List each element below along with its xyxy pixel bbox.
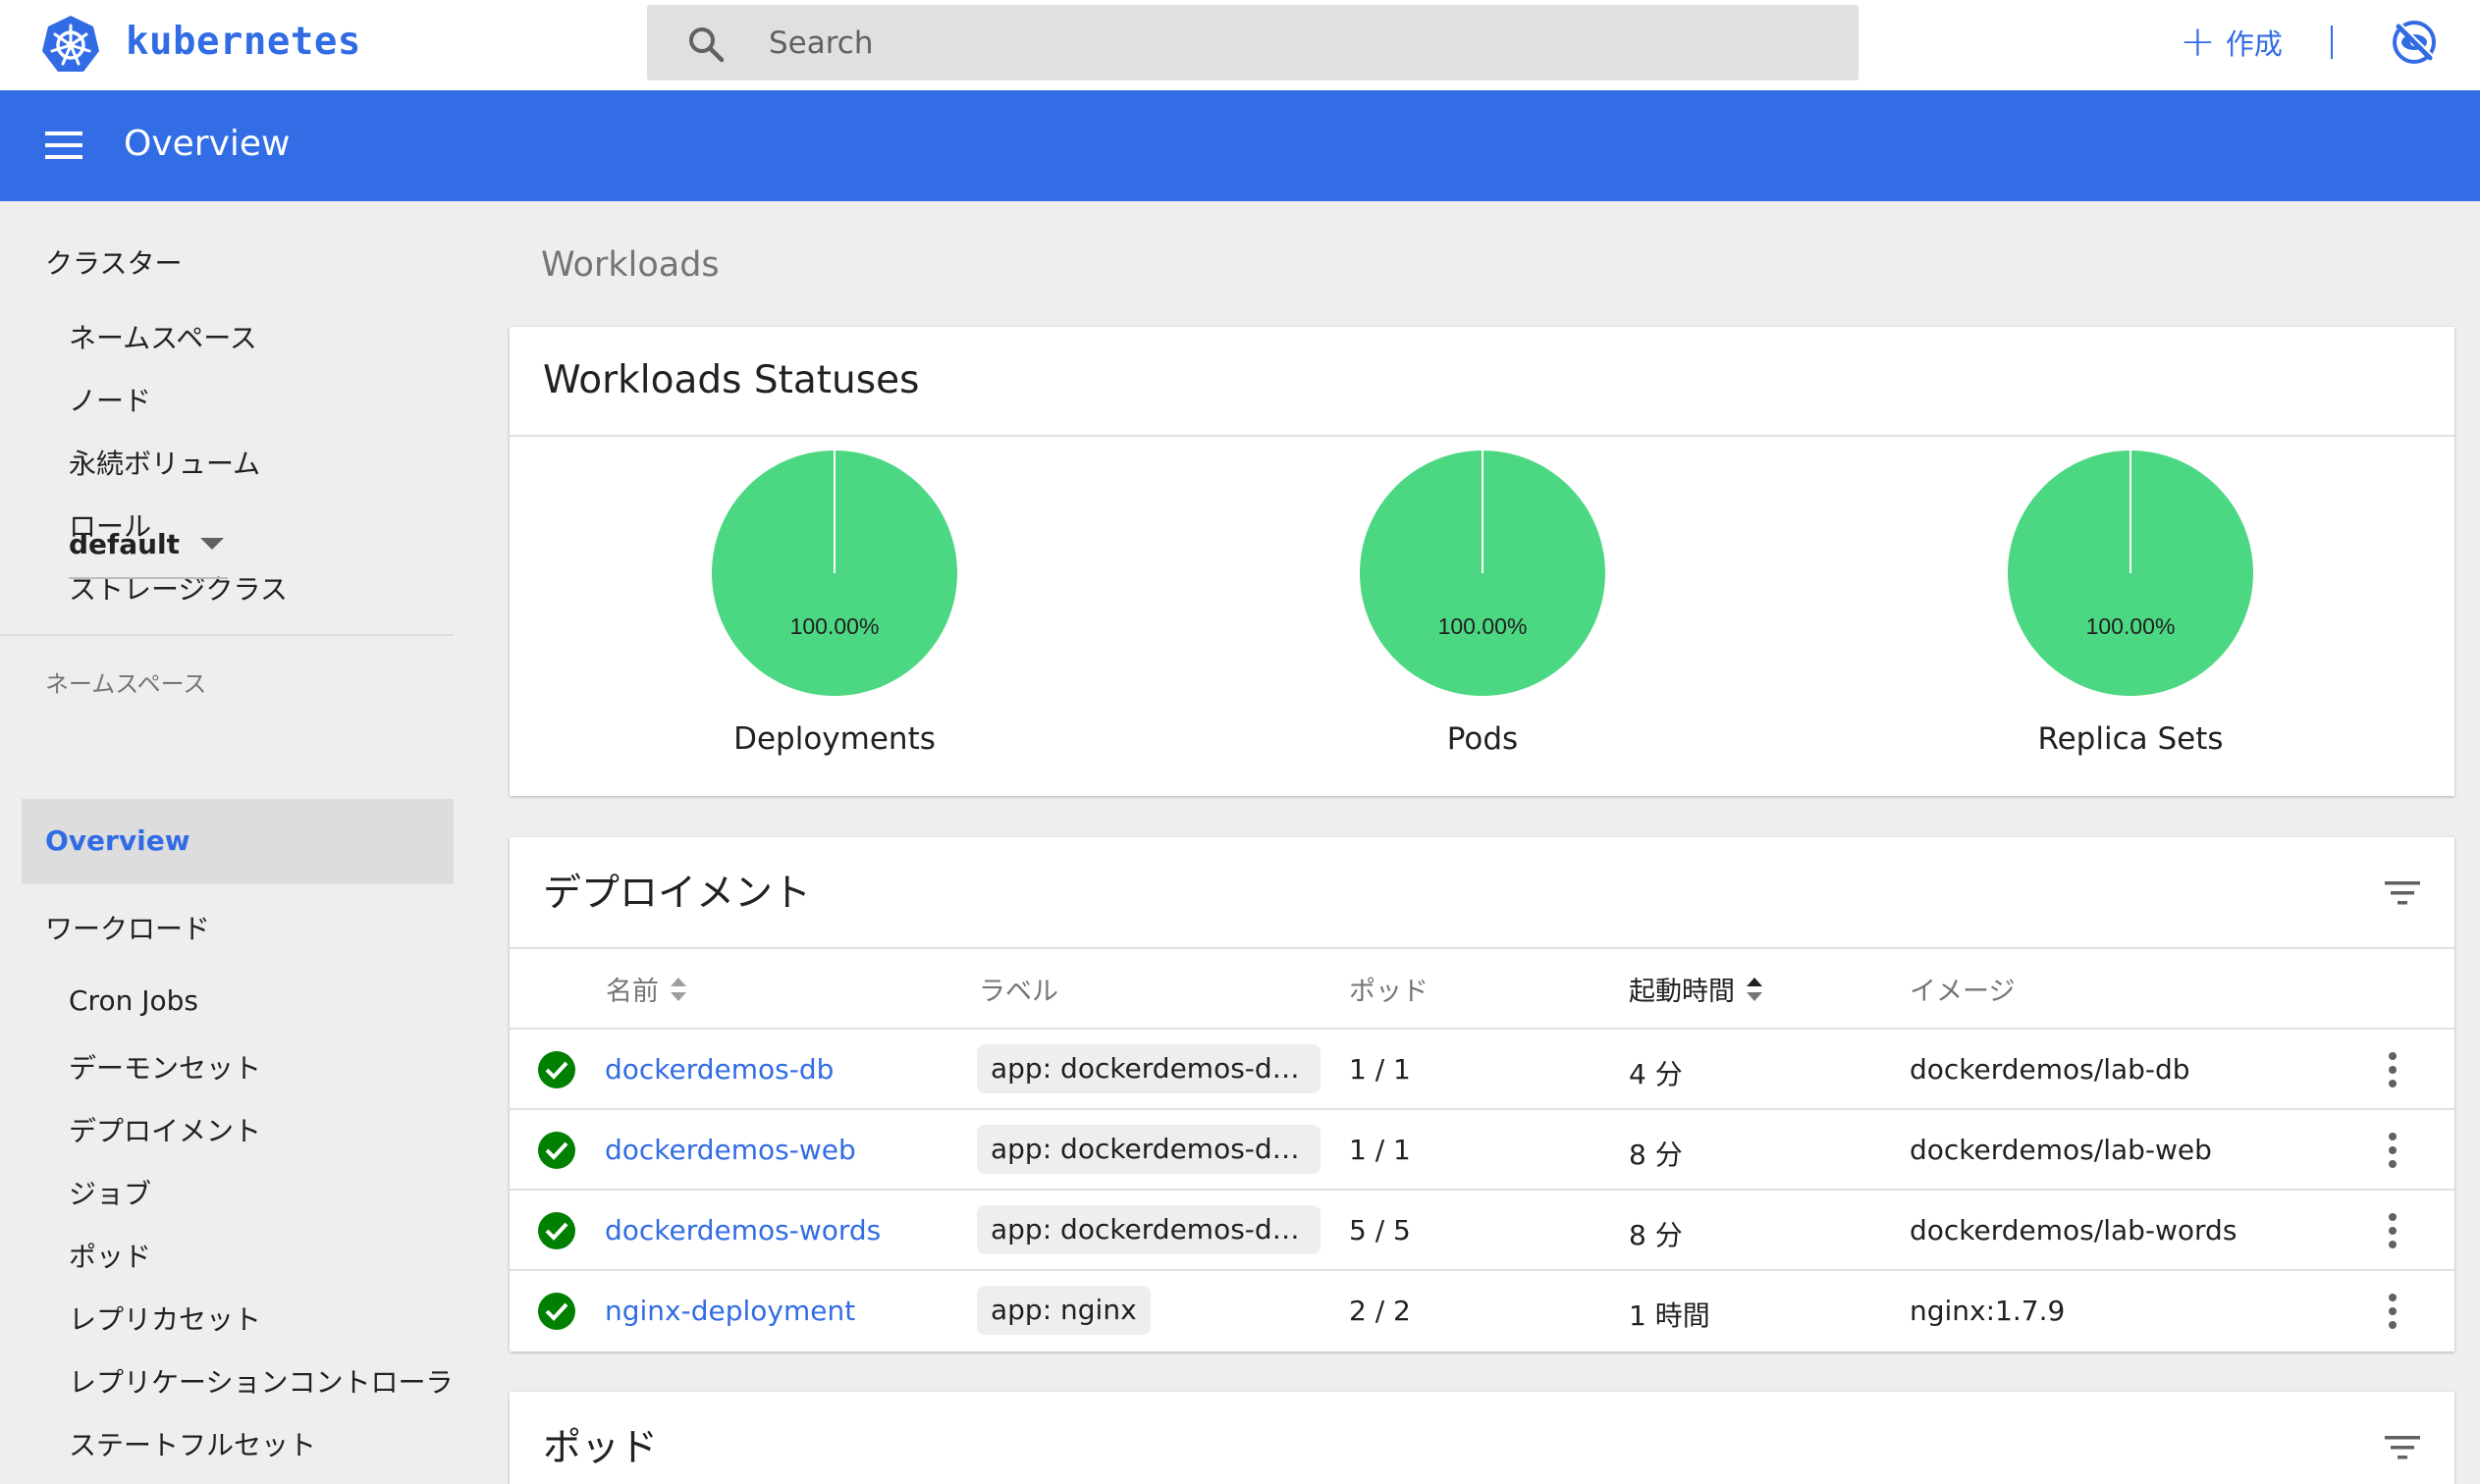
sidebar-item-daemon-sets[interactable]: デーモンセット bbox=[69, 1047, 261, 1086]
status-ok-icon bbox=[538, 1132, 575, 1169]
pods-count: 2 / 2 bbox=[1349, 1295, 1411, 1327]
image-value: dockerdemos/lab-db bbox=[1910, 1053, 2190, 1086]
filter-icon[interactable] bbox=[2383, 1433, 2422, 1462]
namespace-value: default bbox=[69, 528, 181, 560]
column-header-images: イメージ bbox=[1910, 977, 2016, 1007]
namespace-label: ネームスペース bbox=[45, 670, 207, 698]
search-input[interactable] bbox=[769, 5, 1829, 80]
more-vert-icon[interactable] bbox=[2387, 1132, 2399, 1169]
user-avatar-icon[interactable] bbox=[2390, 18, 2439, 67]
column-header-pods: ポッド bbox=[1349, 977, 1429, 1007]
section-heading-workloads: Workloads bbox=[541, 245, 720, 285]
sidebar-item-stateful-sets[interactable]: ステートフルセット bbox=[69, 1424, 316, 1463]
deployment-name-link[interactable]: dockerdemos-words bbox=[605, 1214, 881, 1246]
filter-icon[interactable] bbox=[2383, 878, 2422, 908]
workloads-statuses-title: Workloads Statuses bbox=[543, 358, 920, 402]
pie-chart-deployments: 100.00% bbox=[712, 450, 957, 696]
column-header-name-label: 名前 bbox=[606, 977, 659, 1007]
label-chip: app: nginx bbox=[977, 1286, 1151, 1335]
create-label: 作成 bbox=[2225, 27, 2283, 61]
sidebar-item-jobs[interactable]: ジョブ bbox=[69, 1173, 151, 1212]
table-row: nginx-deployment app: nginx 2 / 2 1 時間 n… bbox=[510, 1269, 2454, 1350]
sidebar-section-cluster[interactable]: クラスター bbox=[45, 242, 182, 282]
status-ok-icon bbox=[538, 1212, 575, 1249]
create-button[interactable]: + 作成 bbox=[2180, 18, 2283, 67]
label-chip: app: dockerdemos-deplo… bbox=[977, 1125, 1321, 1174]
sidebar-item-persistent-volumes[interactable]: 永続ボリューム bbox=[69, 443, 260, 482]
sidebar-divider bbox=[0, 634, 454, 636]
sidebar-item-overview-label: Overview bbox=[45, 824, 190, 857]
image-value: nginx:1.7.9 bbox=[1910, 1295, 2066, 1327]
table-row: dockerdemos-db app: dockerdemos-deplo… 1… bbox=[510, 1028, 2454, 1108]
deployments-title: デプロイメント bbox=[543, 872, 812, 916]
sidebar-item-nodes[interactable]: ノード bbox=[69, 380, 151, 419]
sidebar-item-deployments[interactable]: デプロイメント bbox=[69, 1110, 261, 1149]
column-header-age[interactable]: 起動時間 bbox=[1629, 970, 1764, 1008]
age-value: 4 分 bbox=[1629, 1058, 1683, 1090]
sidebar-item-namespaces[interactable]: ネームスペース bbox=[69, 317, 257, 356]
card-divider bbox=[510, 435, 2454, 437]
pods-count: 1 / 1 bbox=[1349, 1134, 1411, 1166]
search-bar bbox=[647, 5, 1859, 80]
age-value: 1 時間 bbox=[1629, 1299, 1710, 1332]
sidebar: クラスター ネームスペース ノード 永続ボリューム ロール ストレージクラス ネ… bbox=[0, 201, 454, 1484]
status-ok-icon bbox=[538, 1051, 575, 1088]
sidebar-item-pods[interactable]: ポッド bbox=[69, 1236, 151, 1275]
sidebar-item-cron-jobs[interactable]: Cron Jobs bbox=[69, 984, 198, 1017]
app-bar: Overview bbox=[0, 90, 2480, 201]
pie-percent-deployments: 100.00% bbox=[790, 613, 880, 639]
deployment-name-link[interactable]: dockerdemos-db bbox=[605, 1053, 834, 1086]
deployments-card: デプロイメント 名前 ラベル ポッド 起動時間 イメージ dockerdemos… bbox=[510, 837, 2454, 1352]
label-chip: app: dockerdemos-deplo… bbox=[977, 1044, 1321, 1093]
sidebar-item-overview[interactable]: Overview bbox=[22, 799, 454, 884]
pie-chart-pods: 100.00% bbox=[1360, 450, 1605, 696]
plus-icon: + bbox=[2180, 17, 2216, 67]
age-value: 8 分 bbox=[1629, 1139, 1683, 1171]
sort-icon bbox=[671, 977, 686, 1001]
brand-name[interactable]: kubernetes bbox=[126, 20, 361, 64]
pie-label-pods: Pods bbox=[1446, 721, 1519, 757]
pods-title: ポッド bbox=[543, 1426, 659, 1470]
pie-percent-replica-sets: 100.00% bbox=[2086, 613, 2176, 639]
more-vert-icon[interactable] bbox=[2387, 1212, 2399, 1249]
deployment-name-link[interactable]: dockerdemos-web bbox=[605, 1134, 856, 1166]
more-vert-icon[interactable] bbox=[2387, 1051, 2399, 1088]
pie-percent-pods: 100.00% bbox=[1438, 613, 1528, 639]
page-title: Overview bbox=[124, 124, 291, 164]
label-chip: app: dockerdemos-deplo… bbox=[977, 1205, 1321, 1254]
kubernetes-logo-icon[interactable] bbox=[39, 14, 102, 77]
pods-card: ポッド bbox=[510, 1392, 2454, 1484]
workloads-statuses-card: Workloads Statuses 100.00% Deployments 1… bbox=[510, 327, 2454, 796]
table-row: dockerdemos-web app: dockerdemos-deplo… … bbox=[510, 1108, 2454, 1189]
image-value: dockerdemos/lab-web bbox=[1910, 1134, 2212, 1166]
pie-label-deployments: Deployments bbox=[733, 721, 936, 757]
age-value: 8 分 bbox=[1629, 1219, 1683, 1251]
status-ok-icon bbox=[538, 1293, 575, 1330]
sidebar-item-replica-sets[interactable]: レプリカセット bbox=[69, 1298, 261, 1338]
pie-label-replica-sets: Replica Sets bbox=[2037, 721, 2224, 757]
top-bar: kubernetes + 作成 bbox=[0, 0, 2480, 90]
pods-count: 5 / 5 bbox=[1349, 1214, 1411, 1246]
top-divider bbox=[2331, 26, 2333, 59]
sidebar-section-workloads[interactable]: ワークロード bbox=[45, 908, 210, 947]
sort-icon bbox=[1747, 977, 1762, 1001]
image-value: dockerdemos/lab-words bbox=[1910, 1214, 2237, 1246]
sidebar-item-replication-controllers[interactable]: レプリケーションコントローラ bbox=[69, 1361, 453, 1401]
deployment-name-link[interactable]: nginx-deployment bbox=[605, 1295, 855, 1327]
pie-chart-replica-sets: 100.00% bbox=[2008, 450, 2253, 696]
more-vert-icon[interactable] bbox=[2387, 1293, 2399, 1330]
column-header-age-label: 起動時間 bbox=[1629, 977, 1735, 1007]
column-header-name[interactable]: 名前 bbox=[606, 970, 688, 1008]
search-icon bbox=[689, 27, 725, 63]
table-row: dockerdemos-words app: dockerdemos-deplo… bbox=[510, 1189, 2454, 1269]
card-divider bbox=[510, 947, 2454, 949]
chevron-down-icon bbox=[200, 538, 224, 550]
hamburger-menu-icon[interactable] bbox=[45, 130, 84, 161]
pods-count: 1 / 1 bbox=[1349, 1053, 1411, 1086]
namespace-select[interactable]: default bbox=[69, 520, 228, 579]
column-header-labels: ラベル bbox=[979, 977, 1058, 1007]
